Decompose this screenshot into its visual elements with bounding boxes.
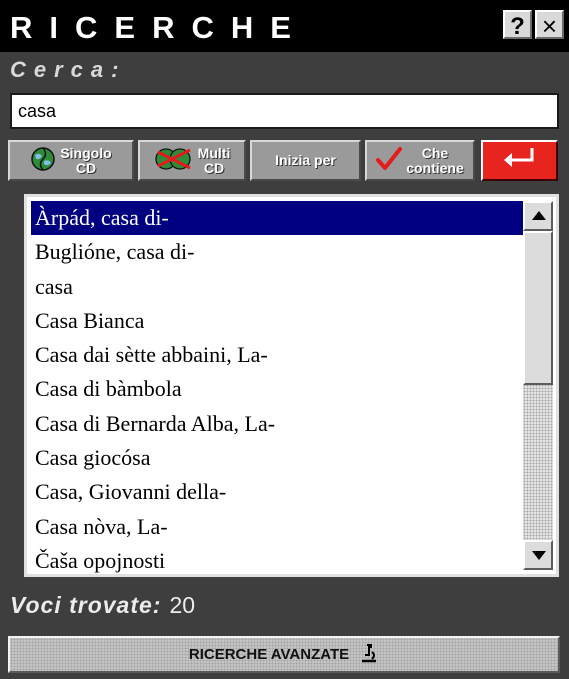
scroll-down-button[interactable]	[523, 540, 553, 570]
title-bar[interactable]: RICERCHE ? ×	[0, 0, 569, 52]
results-count-label: Voci trovate:	[10, 592, 162, 618]
advanced-search-button[interactable]: RICERCHE AVANZATE	[8, 636, 560, 673]
multi-cd-button[interactable]: Multi CD	[138, 140, 246, 181]
search-input[interactable]	[10, 93, 559, 129]
single-cd-button[interactable]: Singolo CD	[8, 140, 134, 181]
enter-arrow-icon	[500, 145, 540, 176]
starts-with-button[interactable]: Inizia per	[250, 140, 361, 181]
list-item[interactable]: Casa di bàmbola	[31, 372, 523, 406]
help-button[interactable]: ?	[503, 10, 532, 40]
list-item[interactable]: Àrpád, casa di-	[31, 201, 523, 236]
results-count: Voci trovate: 20	[10, 592, 195, 619]
arrow-up-icon	[532, 211, 546, 220]
list-item[interactable]: Casa giocósa	[31, 441, 523, 475]
results-list: Àrpád, casa di- Buglióne, casa di- casa …	[31, 201, 523, 574]
microscope-icon	[359, 643, 379, 667]
scrollbar-thumb[interactable]	[523, 231, 553, 385]
results-listbox[interactable]: Àrpád, casa di- Buglióne, casa di- casa …	[24, 194, 559, 577]
results-count-value: 20	[169, 592, 196, 618]
list-item[interactable]: Casa, Giovanni della-	[31, 475, 523, 509]
starts-with-label: Inizia per	[275, 152, 336, 168]
arrow-down-icon	[532, 551, 546, 560]
list-item[interactable]: Casa Bianca	[31, 304, 523, 338]
close-button[interactable]: ×	[535, 10, 564, 41]
enter-button[interactable]	[481, 140, 558, 181]
checkmark-icon	[376, 146, 403, 175]
list-item[interactable]: Casa dai sètte abbaini, La-	[31, 338, 523, 372]
advanced-search-label: RICERCHE AVANZATE	[188, 646, 350, 663]
scroll-up-button[interactable]	[523, 201, 553, 231]
list-item[interactable]: casa	[31, 270, 523, 304]
window-title: RICERCHE	[10, 10, 308, 45]
contains-label: Che contiene	[406, 144, 464, 176]
single-cd-label: Singolo CD	[60, 144, 112, 176]
search-label: Cerca:	[10, 57, 127, 82]
list-item[interactable]: Buglióne, casa di-	[31, 235, 523, 269]
vertical-scrollbar[interactable]	[523, 201, 553, 570]
list-item[interactable]: Casa nòva, La-	[31, 510, 523, 544]
contains-button[interactable]: Che contiene	[365, 140, 475, 181]
search-panel: RICERCHE ? × Cerca: SingoloCD MultiCD	[0, 0, 569, 679]
multi-globe-icon	[154, 146, 194, 175]
list-item[interactable]: Čaša opojnosti	[31, 544, 523, 574]
multi-cd-label: Multi CD	[197, 144, 231, 176]
globe-icon	[30, 146, 56, 175]
list-item[interactable]: Casa di Bernarda Alba, La-	[31, 407, 523, 441]
